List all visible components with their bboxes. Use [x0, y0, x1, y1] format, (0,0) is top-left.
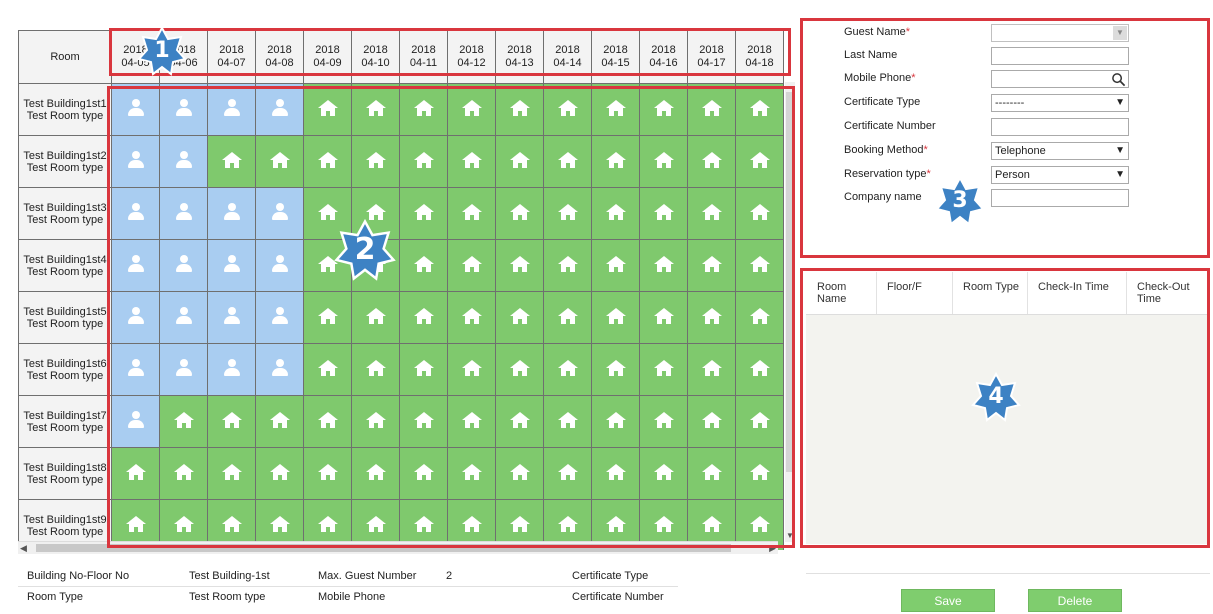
room-type: Test Room type [26, 109, 104, 122]
reservation-type-value: Person [995, 169, 1030, 181]
room-name: Test Building1st9 [23, 513, 107, 526]
building-floor-value: Test Building-1st [189, 570, 270, 582]
required-mark: * [911, 72, 916, 84]
chevron-down-icon[interactable]: ▼ [1115, 167, 1125, 183]
callout-badge-2: 2 [334, 218, 396, 281]
company-name-label: Company name [844, 191, 922, 203]
chevron-down-icon[interactable]: ▼ [1113, 26, 1127, 40]
room-name: Test Building1st2 [23, 149, 107, 162]
scroll-left-icon[interactable]: ◀ [20, 543, 27, 554]
room-name-cell: Test Building1st3 Test Room type [18, 187, 112, 240]
mobile-phone-field[interactable] [991, 70, 1129, 88]
chevron-down-icon[interactable]: ▼ [1115, 95, 1125, 111]
certificate-number-row: Certificate Number [803, 116, 1207, 138]
divider [18, 586, 678, 587]
required-mark: * [923, 144, 928, 156]
certificate-type-row: Certificate Type -------- ▼ [803, 92, 1207, 114]
mobile-phone-label: Mobile Phone [844, 72, 912, 84]
room-type-label: Room Type [27, 591, 84, 603]
room-name: Test Building1st4 [23, 253, 107, 266]
room-type: Test Room type [26, 317, 104, 330]
max-guest-value: 2 [446, 570, 453, 582]
badge-number: 1 [154, 38, 170, 63]
col-room-name: Room Name [817, 281, 847, 305]
room-name-cell: Test Building1st2 Test Room type [18, 135, 112, 188]
room-name: Test Building1st5 [23, 305, 107, 318]
certificate-type-value: -------- [995, 97, 1025, 109]
company-name-field[interactable] [991, 189, 1129, 207]
certificate-type-label: Certificate Type [844, 96, 921, 108]
room-name: Test Building1st6 [23, 357, 107, 370]
col-check-out: Check-Out Time [1137, 281, 1190, 305]
room-name: Test Building1st8 [23, 461, 107, 474]
column-divider [1027, 272, 1028, 314]
max-guest-label: Max. Guest Number [318, 570, 417, 582]
chevron-down-icon[interactable]: ▼ [1115, 143, 1125, 159]
col-check-in: Check-In Time [1038, 281, 1109, 293]
building-floor-label: Building No-Floor No [27, 570, 130, 582]
room-name: Test Building1st1 [23, 97, 107, 110]
room-type: Test Room type [26, 213, 104, 226]
room-type-value: Test Room type [189, 591, 266, 603]
booking-method-label: Booking Method [844, 144, 924, 156]
column-divider [1126, 272, 1127, 314]
save-button[interactable]: Save [901, 589, 995, 612]
guest-name-row: Guest Name* ▼ [803, 22, 1207, 44]
mobile-phone-detail-label: Mobile Phone [318, 591, 386, 603]
room-type: Test Room type [26, 161, 104, 174]
room-name-cell: Test Building1st1 Test Room type [18, 83, 112, 136]
booking-method-row: Booking Method* Telephone ▼ [803, 140, 1207, 162]
column-divider [876, 272, 877, 314]
room-column-header: Room [18, 30, 112, 84]
highlight-frame-dates [109, 28, 791, 76]
divider [806, 573, 1210, 574]
col-room-type: Room Type [963, 281, 1020, 293]
mobile-phone-row: Mobile Phone* [803, 68, 1207, 90]
badge-number: 4 [988, 384, 1004, 409]
reservation-type-row: Reservation type* Person ▼ [803, 164, 1207, 186]
certificate-number-field[interactable] [991, 118, 1129, 136]
room-type: Test Room type [26, 421, 104, 434]
delete-button[interactable]: Delete [1028, 589, 1122, 612]
callout-badge-4: 4 [971, 371, 1021, 422]
guest-name-label: Guest Name [844, 26, 906, 38]
room-name-cell: Test Building1st8 Test Room type [18, 447, 112, 500]
reservation-type-label: Reservation type [844, 168, 927, 180]
highlight-frame-rooms [107, 86, 795, 548]
guest-name-select[interactable]: ▼ [991, 24, 1129, 42]
company-name-row: Company name [803, 187, 1207, 209]
callout-badge-3: 3 [935, 175, 985, 226]
room-type: Test Room type [26, 525, 104, 538]
badge-number: 3 [952, 188, 968, 213]
booking-method-select[interactable]: Telephone ▼ [991, 142, 1129, 160]
room-type: Test Room type [26, 473, 104, 486]
search-icon[interactable] [1111, 72, 1126, 87]
last-name-field[interactable] [991, 47, 1129, 65]
booking-list-header: Room Name Floor/F Room Type Check-In Tim… [806, 272, 1207, 315]
badge-number: 2 [354, 232, 376, 267]
room-name: Test Building1st7 [23, 409, 107, 422]
col-floor: Floor/F [887, 281, 922, 293]
room-name: Test Building1st3 [23, 201, 107, 214]
room-name-cell: Test Building1st5 Test Room type [18, 291, 112, 344]
booking-method-value: Telephone [995, 145, 1046, 157]
last-name-row: Last Name [803, 45, 1207, 67]
column-divider [952, 272, 953, 314]
room-name-cell: Test Building1st4 Test Room type [18, 239, 112, 292]
certificate-type-detail-label: Certificate Type [572, 570, 649, 582]
certificate-number-detail-label: Certificate Number [572, 591, 664, 603]
room-name-cell: Test Building1st7 Test Room type [18, 395, 112, 448]
last-name-label: Last Name [844, 49, 898, 61]
room-type: Test Room type [26, 369, 104, 382]
required-mark: * [926, 168, 931, 180]
callout-badge-1: 1 [137, 25, 187, 76]
room-type: Test Room type [26, 265, 104, 278]
required-mark: * [905, 26, 911, 38]
certificate-number-label: Certificate Number [844, 120, 936, 132]
certificate-type-select[interactable]: -------- ▼ [991, 94, 1129, 112]
reservation-type-select[interactable]: Person ▼ [991, 166, 1129, 184]
room-name-cell: Test Building1st6 Test Room type [18, 343, 112, 396]
